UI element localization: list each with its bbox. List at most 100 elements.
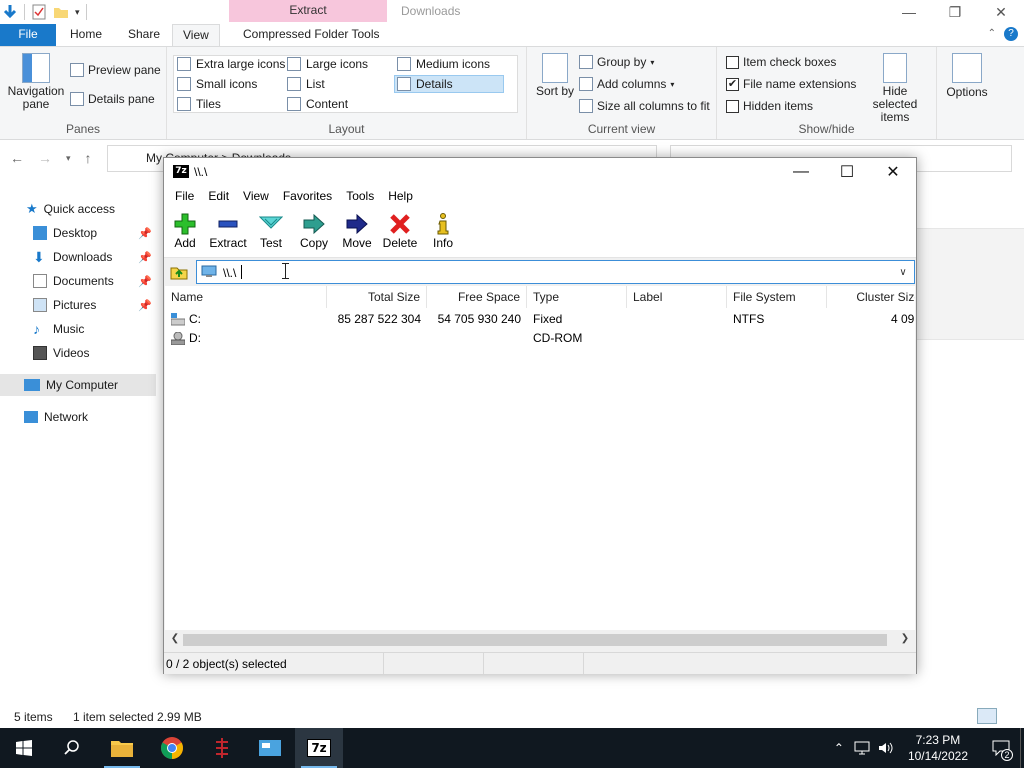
minimize-icon[interactable]: —: [778, 158, 824, 186]
show-hidden-icons-icon[interactable]: ⌃: [834, 741, 844, 755]
close-icon[interactable]: ✕: [870, 158, 916, 186]
new-folder-icon[interactable]: [53, 4, 69, 20]
menu-view[interactable]: View: [236, 186, 276, 208]
copy-button[interactable]: Copy: [294, 212, 334, 250]
up-folder-button[interactable]: [169, 262, 189, 282]
taskbar-7zip[interactable]: 7z: [295, 728, 343, 768]
menu-tools[interactable]: Tools: [339, 186, 381, 208]
recent-locations-icon[interactable]: ▾: [66, 150, 71, 166]
properties-icon[interactable]: [31, 4, 47, 20]
minimize-icon[interactable]: —: [886, 0, 932, 24]
menu-edit[interactable]: Edit: [201, 186, 236, 208]
table-row[interactable]: C: 85 287 522 304 54 705 930 240 Fixed N…: [165, 310, 915, 329]
add-button[interactable]: Add: [165, 212, 205, 250]
layout-medium-icons[interactable]: Medium icons: [397, 57, 490, 71]
nav-item-desktop[interactable]: Desktop 📌: [0, 222, 156, 244]
layout-small-icons[interactable]: Small icons: [177, 77, 257, 91]
details-view-icon[interactable]: [977, 708, 997, 724]
test-button[interactable]: Test: [251, 212, 291, 250]
group-by-button[interactable]: Group by ▾: [579, 55, 654, 69]
nav-my-computer[interactable]: My Computer: [0, 374, 156, 396]
menu-help[interactable]: Help: [381, 186, 420, 208]
start-button[interactable]: [0, 728, 48, 768]
nav-item-documents[interactable]: Documents 📌: [0, 270, 156, 292]
column-free-space[interactable]: Free Space: [427, 286, 527, 308]
pin-icon[interactable]: 📌: [138, 227, 152, 240]
hidden-items-toggle[interactable]: Hidden items: [726, 99, 813, 113]
layout-content[interactable]: Content: [287, 97, 348, 111]
layout-large-icons[interactable]: Large icons: [287, 57, 368, 71]
tab-file[interactable]: File: [0, 24, 56, 46]
forward-arrow-icon[interactable]: →: [38, 150, 52, 166]
explorer-down-arrow-icon[interactable]: [2, 4, 18, 20]
hidden-items-checkbox[interactable]: [726, 99, 739, 113]
column-type[interactable]: Type: [527, 286, 627, 308]
restore-icon[interactable]: ❐: [932, 0, 978, 24]
large-icons-view-icon[interactable]: [1002, 708, 1020, 724]
item-check-boxes-checkbox[interactable]: [726, 55, 739, 69]
search-button[interactable]: [48, 728, 96, 768]
maximize-icon[interactable]: ☐: [824, 158, 870, 186]
size-all-columns-button[interactable]: Size all columns to fit: [579, 99, 710, 113]
path-dropdown-chevron-icon[interactable]: ∨: [894, 263, 912, 281]
preview-pane-button[interactable]: Preview pane: [70, 63, 161, 77]
extract-button[interactable]: Extract: [208, 212, 248, 250]
tab-share[interactable]: Share: [118, 24, 170, 46]
tab-view[interactable]: View: [172, 24, 220, 46]
options-button[interactable]: Options: [942, 53, 992, 99]
nav-quick-access[interactable]: ★ Quick access: [0, 198, 156, 220]
scrollbar-thumb[interactable]: [183, 634, 887, 646]
scroll-left-icon[interactable]: ❮: [167, 633, 183, 647]
sort-by-button[interactable]: Sort by: [535, 53, 575, 98]
ribbon-collapse-icon[interactable]: ⌃: [988, 28, 996, 39]
column-cluster-size[interactable]: Cluster Size: [827, 286, 915, 308]
show-desktop-button[interactable]: [1020, 728, 1024, 768]
delete-button[interactable]: Delete: [380, 212, 420, 250]
network-status-icon[interactable]: [854, 741, 870, 755]
layout-details[interactable]: Details: [394, 75, 504, 93]
close-icon[interactable]: ✕: [978, 0, 1024, 24]
layout-extra-large-icons[interactable]: Extra large icons: [177, 57, 285, 71]
taskbar-clock[interactable]: 7:23 PM 10/14/2022: [908, 732, 968, 764]
action-center-button[interactable]: 2: [982, 728, 1020, 768]
sevenzip-file-list[interactable]: Name Total Size Free Space Type Label Fi…: [165, 286, 915, 650]
horizontal-scrollbar[interactable]: ❮ ❯: [165, 630, 915, 650]
column-label[interactable]: Label: [627, 286, 727, 308]
details-pane-button[interactable]: Details pane: [70, 92, 155, 106]
sevenzip-path-input[interactable]: \\.\ ∨: [196, 260, 915, 284]
tab-home[interactable]: Home: [60, 24, 112, 46]
taskbar-app-red[interactable]: [198, 728, 246, 768]
back-arrow-icon[interactable]: ←: [10, 150, 24, 166]
nav-item-videos[interactable]: Videos: [0, 342, 156, 364]
navigation-pane-button[interactable]: Navigation pane: [6, 53, 66, 111]
hide-selected-items-button[interactable]: Hide selected items: [859, 53, 931, 124]
pin-icon[interactable]: 📌: [138, 275, 152, 288]
add-columns-button[interactable]: Add columns ▾: [579, 77, 674, 91]
file-name-extensions-checkbox[interactable]: ✔: [726, 77, 739, 91]
taskbar-chrome[interactable]: [148, 728, 196, 768]
pin-icon[interactable]: 📌: [138, 251, 152, 264]
column-name[interactable]: Name: [165, 286, 327, 308]
file-name-extensions-toggle[interactable]: ✔ File name extensions: [726, 77, 856, 91]
volume-icon[interactable]: [878, 741, 894, 755]
move-button[interactable]: Move: [337, 212, 377, 250]
tab-compressed-folder-tools[interactable]: Compressed Folder Tools: [233, 24, 390, 46]
column-total-size[interactable]: Total Size: [327, 286, 427, 308]
column-file-system[interactable]: File System: [727, 286, 827, 308]
menu-file[interactable]: File: [168, 186, 201, 208]
nav-network[interactable]: Network: [0, 406, 156, 428]
nav-item-downloads[interactable]: ⬇ Downloads 📌: [0, 246, 156, 268]
taskbar-file-explorer[interactable]: [98, 728, 146, 768]
up-arrow-icon[interactable]: ↑: [85, 150, 92, 166]
table-row[interactable]: D: CD-ROM: [165, 329, 915, 348]
info-button[interactable]: Info: [423, 212, 463, 250]
pin-icon[interactable]: 📌: [138, 299, 152, 312]
nav-item-pictures[interactable]: Pictures 📌: [0, 294, 156, 316]
nav-item-music[interactable]: ♪ Music: [0, 318, 156, 340]
taskbar-control-panel[interactable]: [246, 728, 294, 768]
layout-list[interactable]: List: [287, 77, 325, 91]
menu-favorites[interactable]: Favorites: [276, 186, 339, 208]
item-check-boxes-toggle[interactable]: Item check boxes: [726, 55, 836, 69]
layout-tiles[interactable]: Tiles: [177, 97, 221, 111]
scroll-right-icon[interactable]: ❯: [897, 633, 913, 647]
